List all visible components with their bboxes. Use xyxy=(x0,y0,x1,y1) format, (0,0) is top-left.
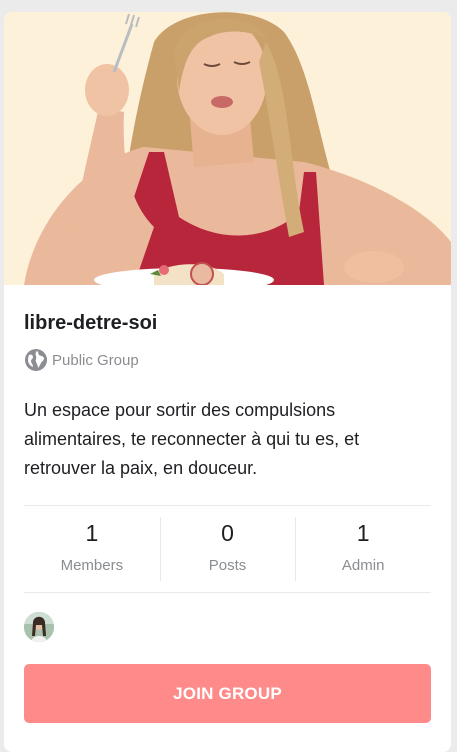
stat-members-label: Members xyxy=(60,557,124,574)
stat-admin-count: 1 xyxy=(356,520,370,546)
stat-admin-label: Admin xyxy=(341,557,385,574)
group-card: libre-detre-soi Public Group Un espace p… xyxy=(4,12,451,752)
globe-icon xyxy=(24,348,48,372)
stat-admin: 1 Admin xyxy=(295,506,431,592)
stat-posts: 0 Posts xyxy=(159,506,296,592)
privacy-label: Public Group xyxy=(52,351,139,369)
group-description: Un espace pour sortir des compulsions al… xyxy=(24,400,360,478)
join-group-button[interactable]: JOIN GROUP xyxy=(24,664,431,723)
group-title[interactable]: libre-detre-soi xyxy=(24,312,157,335)
group-cover-image[interactable] xyxy=(4,12,451,285)
stat-members: 1 Members xyxy=(24,506,160,592)
stat-posts-label: Posts xyxy=(208,557,247,574)
group-privacy: Public Group xyxy=(24,348,139,372)
stat-members-count: 1 xyxy=(85,520,99,546)
stat-posts-count: 0 xyxy=(221,520,234,546)
member-avatar[interactable] xyxy=(24,612,54,642)
group-stats: 1 Members 0 Posts 1 Admin xyxy=(24,505,431,593)
